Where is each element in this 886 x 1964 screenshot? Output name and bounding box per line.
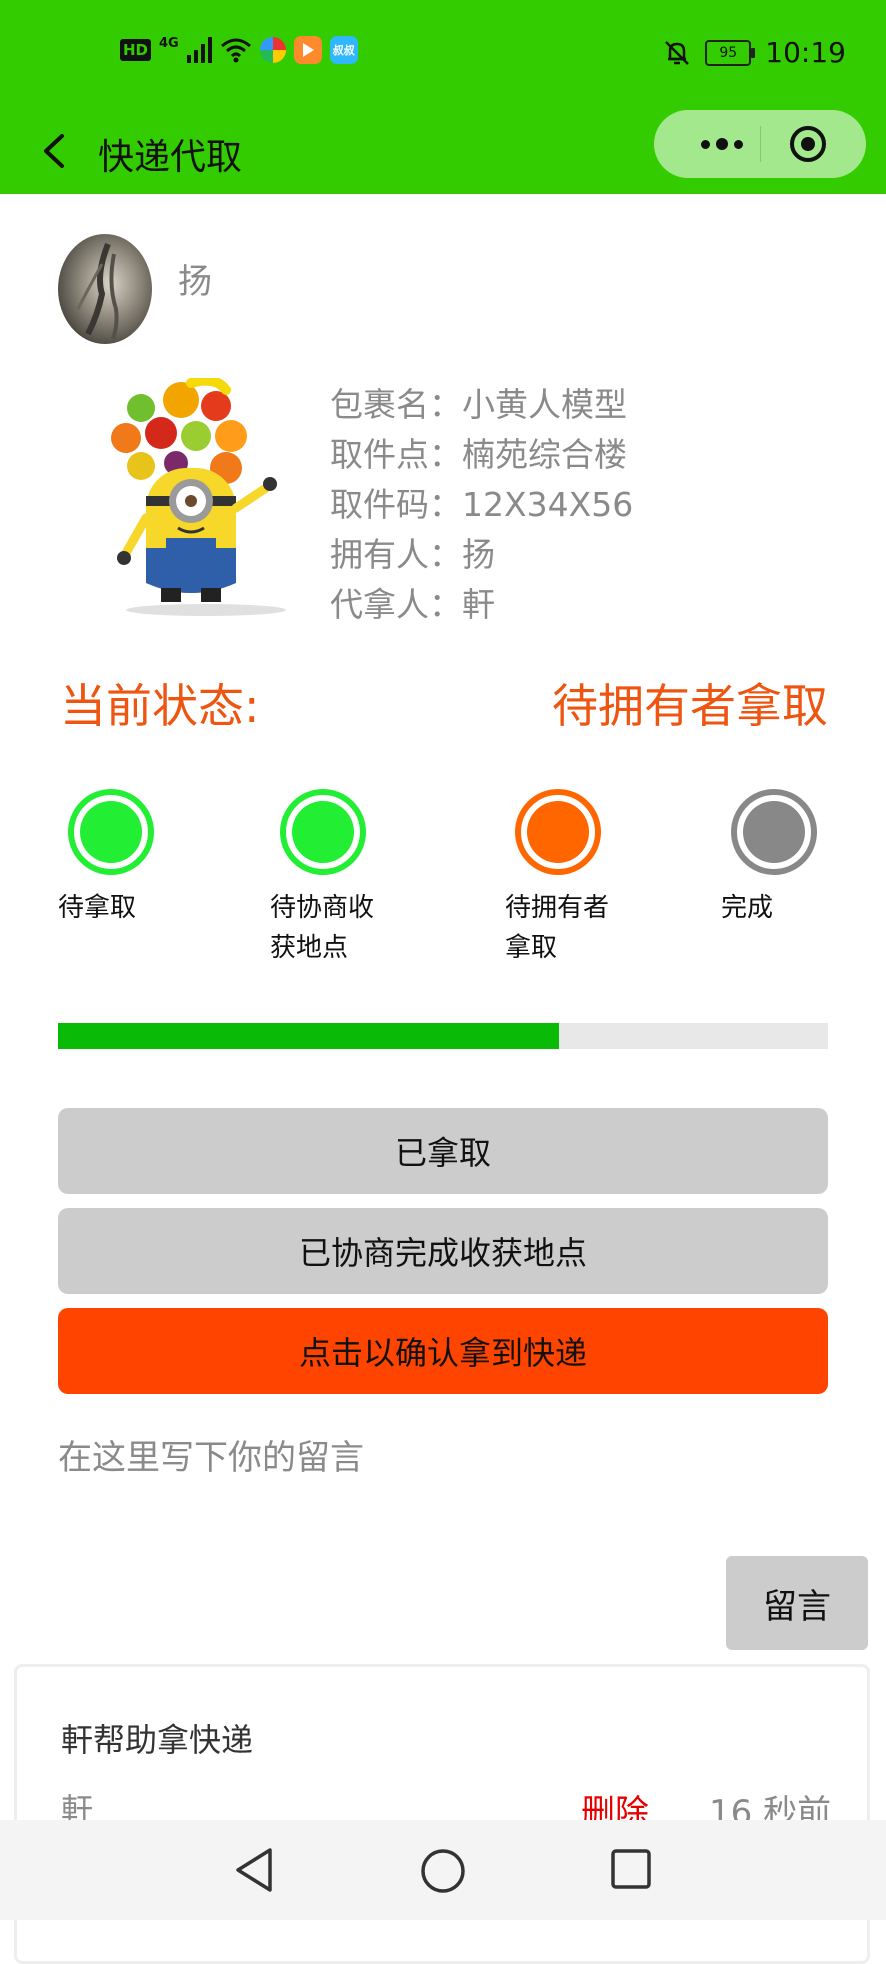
signal-icon [186, 37, 212, 63]
dot [701, 139, 710, 149]
picked-up-button[interactable]: 已拿取 [58, 1108, 828, 1194]
step-dot [527, 801, 589, 863]
step-label-owner-pickup: 待拥有者 拿取 [505, 888, 609, 968]
dot [734, 139, 743, 149]
message-input[interactable]: 在这里写下你的留言 [58, 1430, 758, 1490]
send-message-button[interactable]: 留言 [726, 1556, 868, 1650]
package-name-row: 包裹名：小黄人模型 [330, 380, 633, 430]
status-time: 10:19 [765, 36, 846, 69]
owner-row: 拥有人：扬 [330, 530, 633, 580]
step-label-line: 完成 [721, 893, 774, 923]
step-dot [292, 801, 354, 863]
label: 取件点： [330, 435, 462, 474]
dot [716, 138, 728, 150]
comment-text: 軒帮助拿快递 [61, 1721, 254, 1759]
confirm-received-button[interactable]: 点击以确认拿到快递 [58, 1308, 828, 1394]
step-indicator-complete [731, 789, 817, 875]
nav-bar: 快递代取 [0, 110, 886, 194]
nav-recents-icon[interactable] [610, 1848, 652, 1890]
step-label-complete: 完成 [721, 888, 773, 928]
page-title: 快递代取 [98, 137, 243, 178]
pickup-code: 12X34X56 [462, 485, 634, 524]
top-bar: HD 4G 叔叔 95 10:19 快递代取 [0, 0, 886, 194]
step-label-line: 待协商收 [270, 893, 375, 923]
system-nav-bar [0, 1820, 886, 1920]
status-bar: HD 4G 叔叔 95 10:19 [0, 0, 886, 110]
step-indicator-owner-pickup [515, 789, 601, 875]
mute-bell-icon [665, 40, 690, 65]
current-status-value: 待拥有者拿取 [552, 679, 828, 733]
agent: 軒 [462, 585, 495, 624]
progress-bar [58, 1023, 828, 1049]
step-dot [743, 801, 805, 863]
back-arrow-icon[interactable] [34, 124, 78, 178]
pickup-point: 楠苑综合楼 [462, 435, 627, 474]
capsule-divider [760, 126, 761, 162]
step-label-pending-pickup: 待拿取 [58, 888, 136, 928]
close-mini-program-icon[interactable] [788, 124, 828, 164]
nav-home-icon[interactable] [420, 1848, 466, 1894]
progress-fill [58, 1023, 559, 1049]
step-label-line: 获地点 [270, 933, 349, 963]
mini-program-capsule [654, 110, 866, 178]
step-label-line: 待拥有者 [505, 893, 610, 923]
label: 取件码： [330, 485, 462, 524]
step-indicator-pending-pickup [68, 789, 154, 875]
video-app-icon [293, 36, 322, 64]
owner-name: 扬 [178, 262, 212, 302]
uncle-app-icon: 叔叔 [329, 36, 358, 64]
app-icon-colorful [259, 37, 286, 63]
agent-row: 代拿人：軒 [330, 580, 633, 630]
hd-badge: HD [120, 39, 152, 61]
current-status-label: 当前状态: [60, 679, 260, 733]
location-agreed-button[interactable]: 已协商完成收获地点 [58, 1208, 828, 1294]
label: 拥有人： [330, 535, 462, 574]
label: 代拿人： [330, 585, 462, 624]
pickup-point-row: 取件点：楠苑综合楼 [330, 430, 633, 480]
pickup-code-row: 取件码：12X34X56 [330, 480, 633, 530]
label: 包裹名： [330, 385, 462, 424]
network-type: 4G [159, 35, 179, 51]
package-name: 小黄人模型 [462, 385, 627, 424]
nav-back-icon[interactable] [232, 1846, 276, 1894]
owner: 扬 [462, 535, 495, 574]
more-menu-button[interactable] [686, 110, 758, 178]
package-image [111, 378, 286, 616]
step-label-line: 拿取 [505, 933, 558, 963]
battery-icon: 95 [705, 39, 756, 66]
step-dot [80, 801, 142, 863]
step-label-line: 待拿取 [58, 893, 137, 923]
battery-level: 95 [719, 44, 738, 61]
avatar [58, 234, 152, 344]
step-indicator-negotiate-location [280, 789, 366, 875]
wifi-icon [220, 38, 251, 63]
package-info: 包裹名：小黄人模型 取件点：楠苑综合楼 取件码：12X34X56 拥有人：扬 代… [330, 380, 633, 630]
step-label-negotiate-location: 待协商收 获地点 [270, 888, 374, 968]
